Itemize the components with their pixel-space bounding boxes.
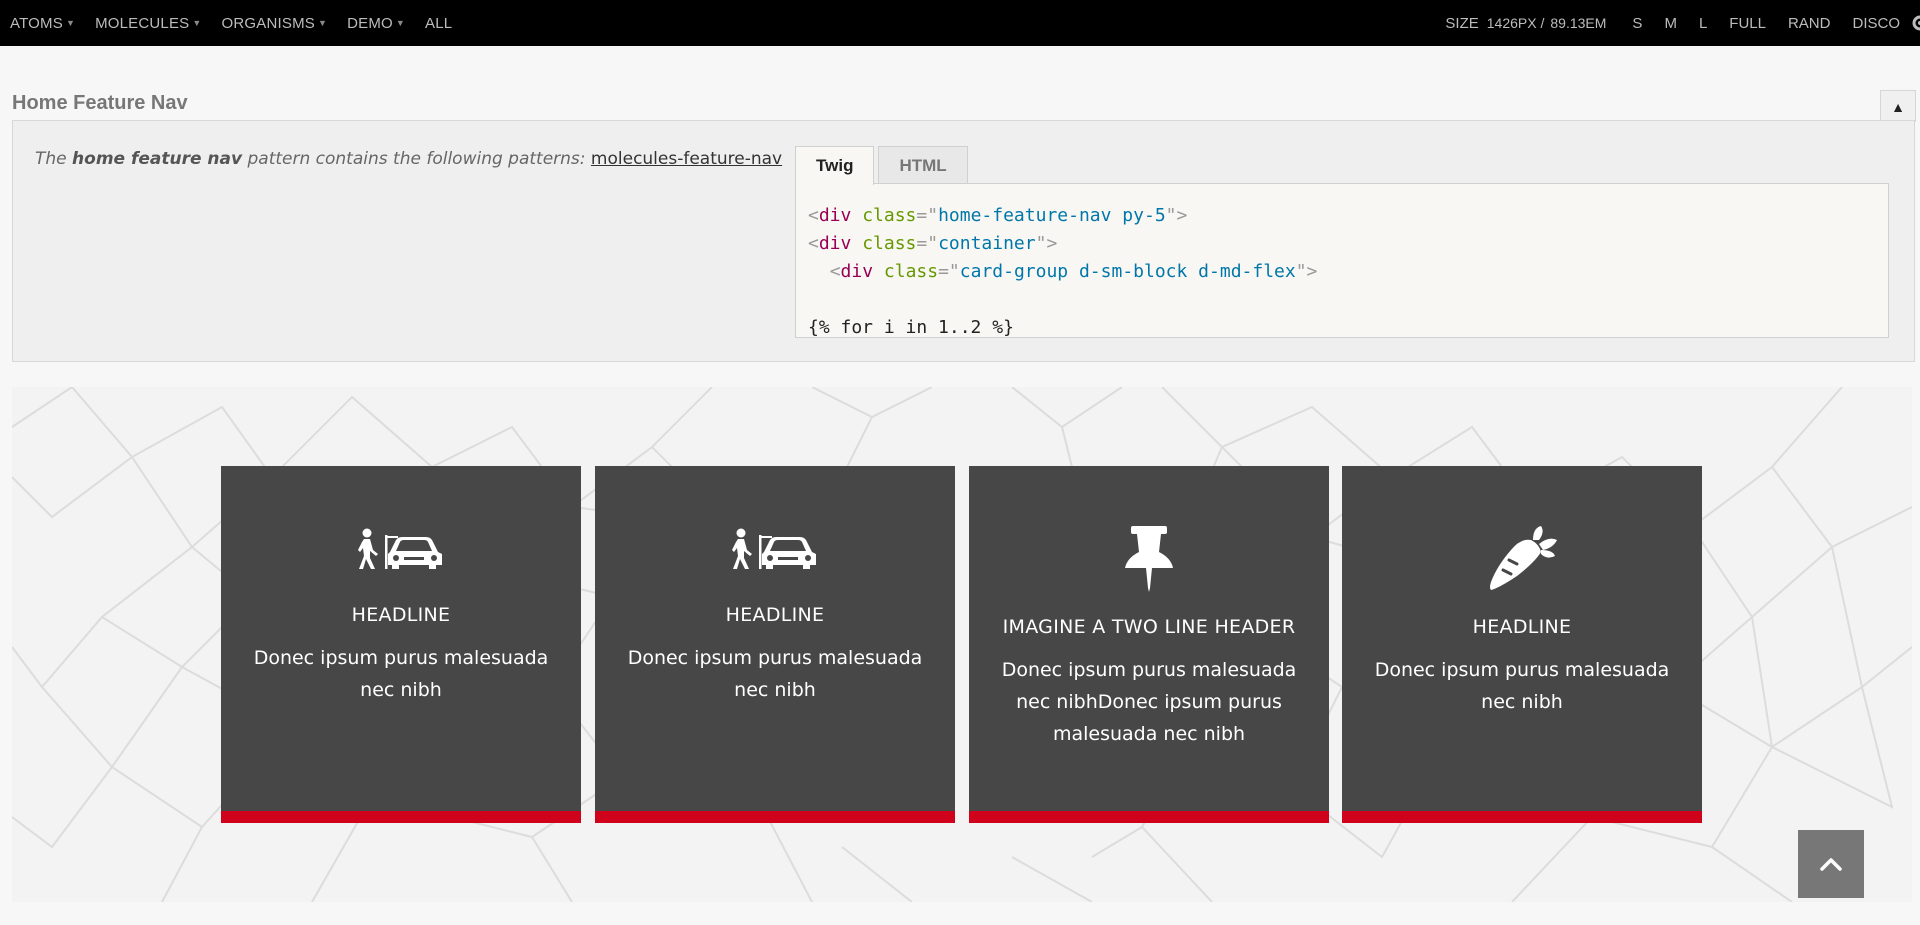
viewport-random-button[interactable]: RAND [1788,15,1831,32]
card-text: Donec ipsum purus malesuada nec nibh [627,647,923,701]
tab-html[interactable]: HTML [878,146,968,184]
size-label: SIZE [1445,14,1479,32]
code-line: {% for i in 1..2 %} [808,317,1014,338]
card-text: Donec ipsum purus malesuada nec nibh [1374,659,1670,713]
code-line: <div class="container"> [808,233,1058,254]
size-em-readout[interactable]: 89.13EM [1550,15,1606,31]
tab-twig[interactable]: Twig [795,146,875,185]
card-text: Donec ipsum purus malesuada nec nibhDone… [1001,659,1297,745]
chevron-up-icon [1820,858,1842,871]
feature-card[interactable]: HEADLINE Donec ipsum purus malesuada nec… [221,466,581,823]
nav-item-all[interactable]: ALL [425,15,452,32]
viewport-disco-button[interactable]: DISCO [1852,15,1900,32]
description-prefix: The [35,149,73,169]
card-headline: HEADLINE [1472,616,1572,638]
nav-item-demo[interactable]: DEMO ▼ [347,15,405,32]
nav-item-organisms[interactable]: ORGANISMS ▼ [222,15,328,32]
scroll-to-top-button[interactable] [1798,830,1864,898]
pedestrian-car-icon [595,528,955,570]
caret-down-icon: ▼ [65,18,76,28]
card-text: Donec ipsum purus malesuada nec nibh [253,647,549,701]
viewport-full-button[interactable]: FULL [1729,15,1766,32]
description-pattern-name: home feature nav [72,149,243,169]
card-headline: HEADLINE [725,604,825,626]
collapse-info-button[interactable]: ▲ [1880,90,1916,122]
gear-icon[interactable] [1910,13,1920,33]
caret-down-icon: ▼ [395,18,406,28]
nav-item-label: ALL [425,14,453,32]
code-tabs: Twig HTML [795,146,972,185]
pattern-title: Home Feature Nav [12,92,188,114]
pattern-lab-toolbar: ATOMS ▼ MOLECULES ▼ ORGANISMS ▼ DEMO ▼ A… [0,0,1920,46]
card-headline: IMAGINE A TWO LINE HEADER [1002,616,1296,638]
card-headline: HEADLINE [351,604,451,626]
nav-item-atoms[interactable]: ATOMS ▼ [10,15,75,32]
nav-item-label: ATOMS [10,14,63,32]
viewport-small-button[interactable]: S [1632,15,1642,32]
nav-item-label: MOLECULES [95,14,190,32]
viewport-large-button[interactable]: L [1699,15,1707,32]
carrot-icon [1342,526,1702,592]
pattern-info-panel: The home feature nav pattern contains th… [12,120,1915,362]
caret-down-icon: ▼ [317,18,328,28]
nav-item-molecules[interactable]: MOLECULES ▼ [95,15,201,32]
viewport-medium-button[interactable]: M [1664,15,1677,32]
feature-card[interactable]: HEADLINE Donec ipsum purus malesuada nec… [1342,466,1702,823]
nav-menu: ATOMS ▼ MOLECULES ▼ ORGANISMS ▼ DEMO ▼ A… [10,0,472,46]
feature-card[interactable]: HEADLINE Donec ipsum purus malesuada nec… [595,466,955,823]
pattern-description: The home feature nav pattern contains th… [35,149,795,169]
nav-item-label: DEMO [347,14,393,32]
feature-card[interactable]: IMAGINE A TWO LINE HEADER Donec ipsum pu… [969,466,1329,823]
code-line: <div class="card-group d-sm-block d-md-f… [829,261,1318,282]
size-px-readout[interactable]: 1426PX / [1487,15,1545,31]
description-middle: pattern contains the following patterns: [242,149,591,169]
pedestrian-car-icon [221,528,581,570]
code-viewer[interactable]: <div class="home-feature-nav py-5"> <div … [795,183,1889,338]
viewport-controls: SIZE 1426PX / 89.13EM S M L FULL RAND DI… [1445,0,1920,46]
caret-up-icon: ▲ [1891,98,1905,115]
push-pin-icon [969,526,1329,592]
feature-card-group: HEADLINE Donec ipsum purus malesuada nec… [221,466,1702,823]
pattern-link-molecules-feature-nav[interactable]: molecules-feature-nav [591,149,782,169]
caret-down-icon: ▼ [192,18,202,28]
code-line: <div class="home-feature-nav py-5"> [808,205,1188,226]
nav-item-label: ORGANISMS [221,14,315,32]
